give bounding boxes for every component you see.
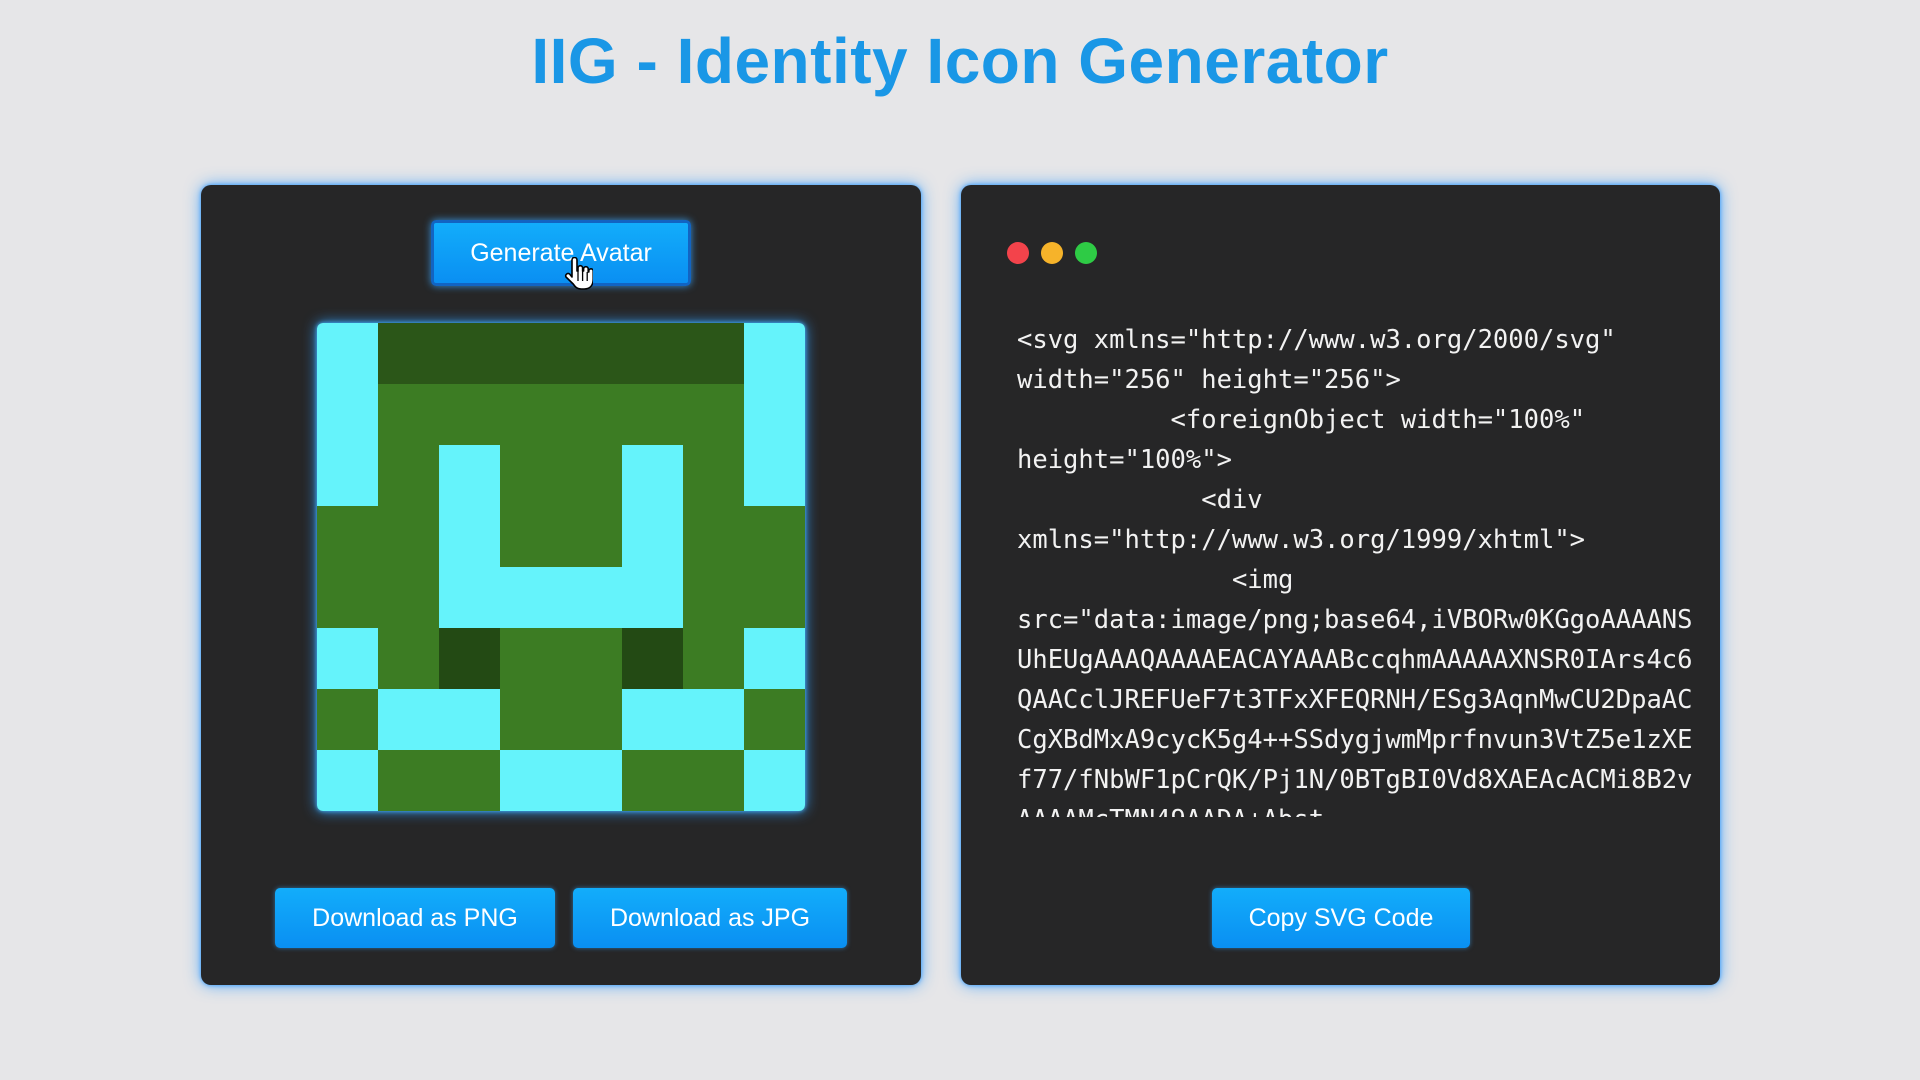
identicon-cell <box>378 323 440 385</box>
page-title: IIG - Identity Icon Generator <box>531 25 1389 97</box>
identicon-cell <box>622 567 684 629</box>
identicon-cell <box>683 750 745 811</box>
identicon-cell <box>317 384 379 446</box>
identicon-avatar <box>317 323 805 811</box>
identicon-cell <box>744 384 805 446</box>
identicon-cell <box>378 567 440 629</box>
identicon-cell <box>561 689 623 751</box>
identicon-cell <box>561 384 623 446</box>
identicon-cell <box>317 445 379 507</box>
identicon-cell <box>500 506 562 568</box>
identicon-cell <box>439 323 501 385</box>
identicon-cell <box>744 506 805 568</box>
identicon-cell <box>683 506 745 568</box>
identicon-cell <box>439 750 501 811</box>
identicon-cell <box>317 506 379 568</box>
copy-svg-code-button[interactable]: Copy SVG Code <box>1212 888 1470 948</box>
download-jpg-button[interactable]: Download as JPG <box>573 888 847 948</box>
close-dot-icon[interactable] <box>1007 242 1029 264</box>
identicon-cell <box>439 689 501 751</box>
identicon-cell <box>439 628 501 690</box>
identicon-cell <box>317 323 379 385</box>
svg-code-block: <svg xmlns="http://www.w3.org/2000/svg" … <box>1017 325 1693 817</box>
identicon-cell <box>744 567 805 629</box>
identicon-cell <box>683 445 745 507</box>
identicon-cell <box>561 750 623 811</box>
identicon-cell <box>622 384 684 446</box>
identicon-cell <box>622 628 684 690</box>
code-panel: <svg xmlns="http://www.w3.org/2000/svg" … <box>961 185 1720 985</box>
identicon-cell <box>500 445 562 507</box>
identicon-cell <box>622 445 684 507</box>
identicon-cell <box>439 567 501 629</box>
identicon-cell <box>317 628 379 690</box>
identicon-cell <box>378 384 440 446</box>
identicon-cell <box>439 384 501 446</box>
identicon-cell <box>744 750 805 811</box>
identicon-cell <box>683 689 745 751</box>
generator-panel: Generate Avatar Download as PNG Download… <box>201 185 921 985</box>
identicon-cell <box>744 323 805 385</box>
identicon-cell <box>683 567 745 629</box>
identicon-cell <box>561 567 623 629</box>
identicon-cell <box>317 567 379 629</box>
hand-pointer-icon <box>564 257 593 290</box>
identicon-cell <box>500 567 562 629</box>
minimize-dot-icon[interactable] <box>1041 242 1063 264</box>
identicon-cell <box>561 323 623 385</box>
identicon-cell <box>561 628 623 690</box>
identicon-cell <box>744 445 805 507</box>
identicon-cell <box>500 628 562 690</box>
identicon-cell <box>683 384 745 446</box>
identicon-cell <box>500 689 562 751</box>
generate-avatar-button[interactable]: Generate Avatar <box>431 220 691 286</box>
identicon-cell <box>500 323 562 385</box>
identicon-cell <box>622 750 684 811</box>
identicon-cell <box>317 689 379 751</box>
identicon-cell <box>744 628 805 690</box>
identicon-cell <box>378 628 440 690</box>
identicon-cell <box>317 750 379 811</box>
identicon-cell <box>500 750 562 811</box>
identicon-cell <box>561 506 623 568</box>
identicon-cell <box>378 445 440 507</box>
identicon-cell <box>378 689 440 751</box>
identicon-cell <box>378 506 440 568</box>
identicon-cell <box>439 506 501 568</box>
identicon-cell <box>622 323 684 385</box>
identicon-cell <box>561 445 623 507</box>
identicon-cell <box>378 750 440 811</box>
identicon-cell <box>744 689 805 751</box>
identicon-grid <box>317 323 805 811</box>
download-png-button[interactable]: Download as PNG <box>275 888 555 948</box>
identicon-cell <box>500 384 562 446</box>
identicon-cell <box>683 628 745 690</box>
identicon-cell <box>622 506 684 568</box>
identicon-cell <box>683 323 745 385</box>
identicon-cell <box>622 689 684 751</box>
identicon-cell <box>439 445 501 507</box>
maximize-dot-icon[interactable] <box>1075 242 1097 264</box>
